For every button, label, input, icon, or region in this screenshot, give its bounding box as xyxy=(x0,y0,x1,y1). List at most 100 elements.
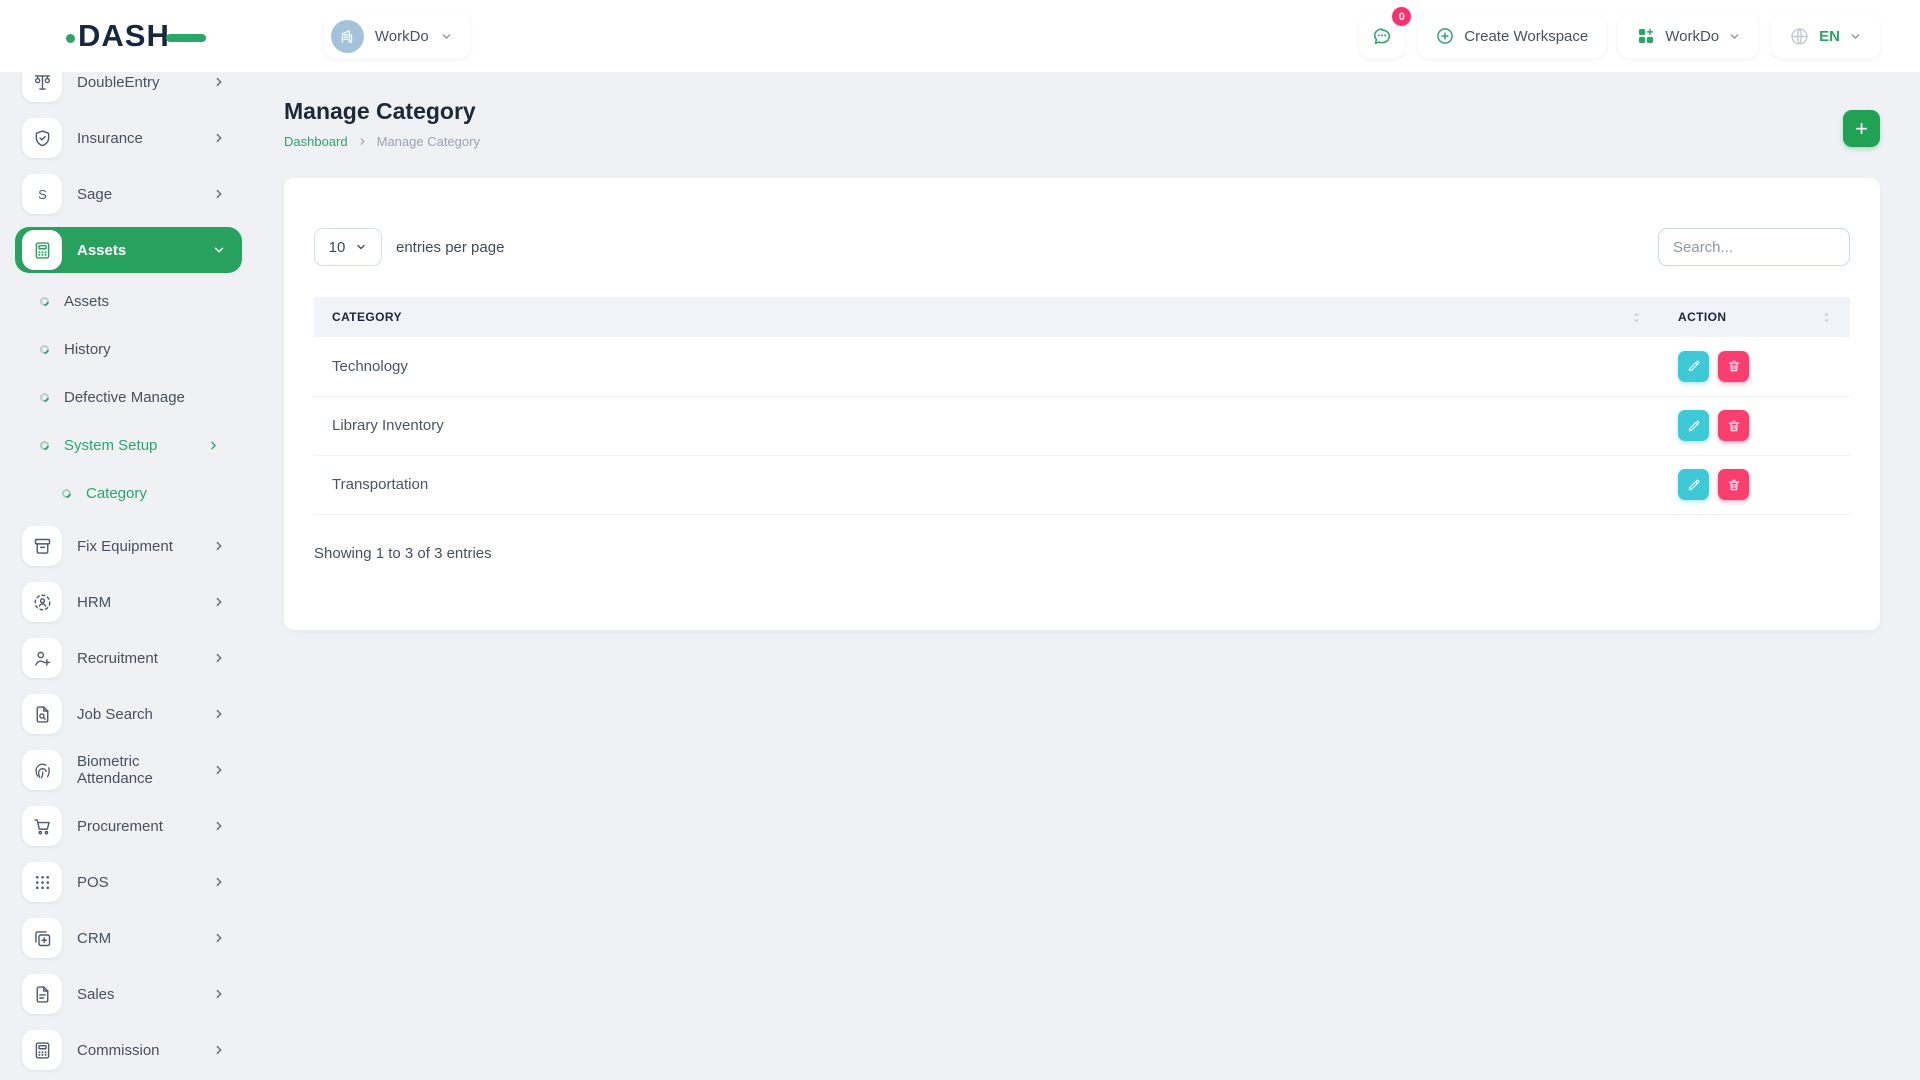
entries-per-page-select[interactable]: 10 xyxy=(314,228,382,266)
plus-circle-icon xyxy=(1435,26,1455,46)
delete-button[interactable] xyxy=(1718,351,1749,382)
circle-bullet-icon xyxy=(38,439,51,452)
sidebar-item-commission[interactable]: Commission xyxy=(15,1027,242,1073)
sidebar-item-label: Assets xyxy=(77,242,212,259)
sidebar-item-recruitment[interactable]: Recruitment xyxy=(15,635,242,681)
sidebar-item-label: Sage xyxy=(77,186,212,203)
sidebar-item-assets[interactable]: Assets xyxy=(15,227,242,273)
chevron-right-icon xyxy=(212,875,226,889)
sidebar-subitem-history[interactable]: History xyxy=(15,329,242,369)
edit-button[interactable] xyxy=(1678,351,1709,382)
table-row: Transportation xyxy=(314,455,1850,514)
sidebar-item-label: Fix Equipment xyxy=(77,538,212,555)
language-code: EN xyxy=(1819,28,1840,45)
sidebar-item-label: Recruitment xyxy=(77,650,212,667)
create-workspace-label: Create Workspace xyxy=(1464,28,1588,45)
main-content: Manage Category Dashboard Manage Categor… xyxy=(258,72,1920,1080)
pencil-icon xyxy=(1687,359,1701,373)
sidebar-item-label: Insurance xyxy=(77,130,212,147)
circle-bullet-icon xyxy=(38,295,51,308)
user-scan-icon xyxy=(22,582,62,622)
column-header-label: ACTION xyxy=(1678,310,1726,324)
circle-bullet-icon xyxy=(60,487,73,500)
delete-button[interactable] xyxy=(1718,469,1749,500)
add-category-button[interactable]: + xyxy=(1843,110,1880,147)
sidebar-item-crm[interactable]: CRM xyxy=(15,915,242,961)
chevron-right-icon xyxy=(212,819,226,833)
sidebar-subitem-category[interactable]: Category xyxy=(15,473,242,513)
breadcrumb-dashboard-link[interactable]: Dashboard xyxy=(284,134,348,149)
sidebar-item-label: Biometric Attendance xyxy=(77,753,212,787)
trash-icon xyxy=(1727,478,1741,492)
sidebar-item-hrm[interactable]: HRM xyxy=(15,579,242,625)
workdo-menu-label: WorkDo xyxy=(1665,28,1719,45)
sidebar-item-insurance[interactable]: Insurance xyxy=(15,115,242,161)
sidebar-item-sage[interactable]: S Sage xyxy=(15,171,242,217)
logo-dot xyxy=(66,34,75,43)
workdo-apps-button[interactable]: WorkDo xyxy=(1618,13,1759,59)
create-workspace-button[interactable]: Create Workspace xyxy=(1417,13,1606,59)
chevron-down-icon xyxy=(1849,30,1862,43)
calculator-icon xyxy=(22,1030,62,1070)
sort-icon[interactable] xyxy=(1821,311,1832,324)
sidebar-item-pos[interactable]: POS xyxy=(15,859,242,905)
assets-submenu: Assets History Defective Manage System S… xyxy=(15,281,242,513)
column-header-category[interactable]: CATEGORY xyxy=(314,297,1660,337)
messages-badge: 0 xyxy=(1392,7,1411,26)
sidebar-subitem-label: System Setup xyxy=(64,437,207,454)
sort-icon[interactable] xyxy=(1631,311,1642,324)
sidebar-subitem-defective-manage[interactable]: Defective Manage xyxy=(15,377,242,417)
sidebar-subitem-system-setup[interactable]: System Setup xyxy=(15,425,242,465)
trash-icon xyxy=(1727,419,1741,433)
fingerprint-icon xyxy=(22,750,62,790)
letter-s-icon: S xyxy=(22,174,62,214)
edit-button[interactable] xyxy=(1678,469,1709,500)
search-input[interactable] xyxy=(1658,228,1850,266)
user-plus-icon xyxy=(22,638,62,678)
chevron-right-icon xyxy=(212,707,226,721)
logo-dash xyxy=(166,34,206,42)
workspace-switcher[interactable]: WorkDo xyxy=(324,13,471,59)
sidebar: DoubleEntry Insurance S Sage xyxy=(0,72,258,1080)
sidebar-subitem-label: Defective Manage xyxy=(64,389,242,406)
workspace-avatar xyxy=(331,20,364,53)
topbar: DASH WorkDo 0 Create Workspace xyxy=(0,0,1920,72)
messages-button[interactable]: 0 xyxy=(1359,13,1405,59)
grid-plus-icon xyxy=(1636,26,1656,46)
breadcrumb: Dashboard Manage Category xyxy=(284,134,1880,149)
sidebar-item-sales[interactable]: Sales xyxy=(15,971,242,1017)
chat-bubble-icon xyxy=(1371,25,1393,47)
category-cell: Technology xyxy=(314,337,1660,396)
sidebar-item-job-search[interactable]: Job Search xyxy=(15,691,242,737)
sidebar-subitem-label: Category xyxy=(86,485,242,502)
sidebar-item-doubleentry[interactable]: DoubleEntry xyxy=(15,72,242,105)
column-header-action[interactable]: ACTION xyxy=(1660,297,1850,337)
category-table: CATEGORY ACTION Technology xyxy=(314,297,1850,515)
topbar-actions: 0 Create Workspace WorkDo EN xyxy=(1359,13,1880,59)
scale-icon xyxy=(22,72,62,102)
edit-button[interactable] xyxy=(1678,410,1709,441)
calculator-icon xyxy=(22,230,62,270)
delete-button[interactable] xyxy=(1718,410,1749,441)
chevron-right-icon xyxy=(212,595,226,609)
sidebar-item-fix-equipment[interactable]: Fix Equipment xyxy=(15,523,242,569)
sidebar-item-label: CRM xyxy=(77,930,212,947)
language-selector[interactable]: EN xyxy=(1771,13,1880,59)
file-search-icon xyxy=(22,694,62,734)
chevron-right-icon xyxy=(212,75,226,89)
circle-bullet-icon xyxy=(38,391,51,404)
sidebar-subitem-assets[interactable]: Assets xyxy=(15,281,242,321)
chevron-right-icon xyxy=(212,1043,226,1057)
grid-dots-icon xyxy=(22,862,62,902)
category-cell: Transportation xyxy=(314,455,1660,514)
sidebar-item-label: HRM xyxy=(77,594,212,611)
sidebar-subitem-label: History xyxy=(64,341,242,358)
entries-per-page-label: entries per page xyxy=(396,239,504,256)
category-cell: Library Inventory xyxy=(314,396,1660,455)
sidebar-item-procurement[interactable]: Procurement xyxy=(15,803,242,849)
pencil-icon xyxy=(1687,478,1701,492)
dash-logo[interactable]: DASH xyxy=(66,18,206,54)
sidebar-item-biometric-attendance[interactable]: Biometric Attendance xyxy=(15,747,242,793)
entries-summary: Showing 1 to 3 of 3 entries xyxy=(314,545,1850,562)
chevron-down-icon xyxy=(440,30,453,43)
